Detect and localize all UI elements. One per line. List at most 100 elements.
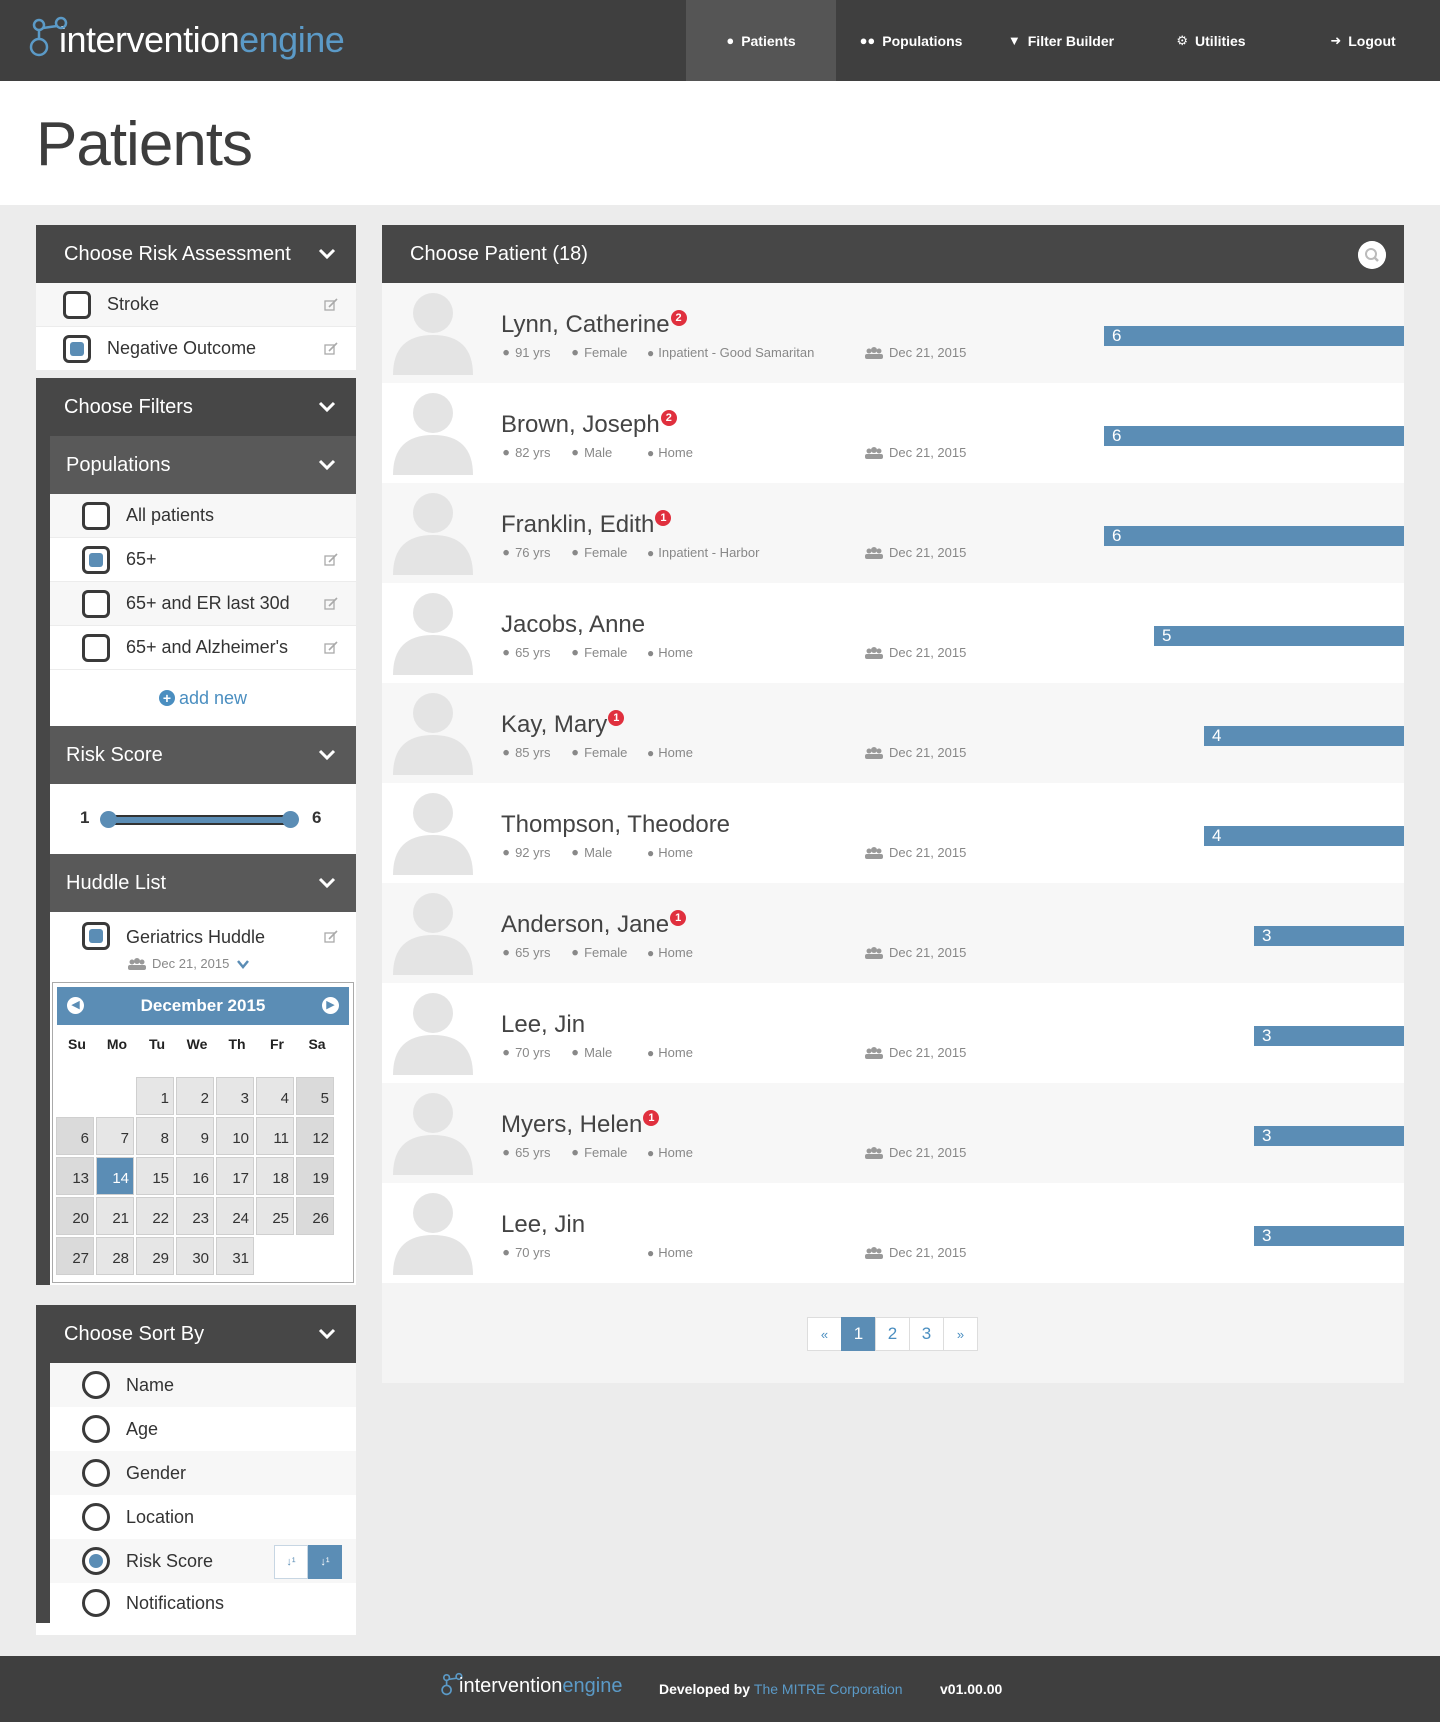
calendar-day[interactable]: 12: [296, 1117, 334, 1155]
calendar-day[interactable]: 16: [176, 1157, 214, 1195]
population-item-65[interactable]: 65+: [50, 538, 356, 582]
patient-name[interactable]: Thompson, Theodore: [501, 811, 730, 839]
calendar-day[interactable]: 2: [176, 1077, 214, 1115]
patient-row[interactable]: Kay, Mary 1 ⚫ 85 yrs ⚫ Female ● Home Dec 21, 201…: [382, 683, 1404, 783]
patient-row[interactable]: Lee, Jin ⚫ 70 yrs ● Home Dec 21, 2015 3: [382, 1183, 1404, 1283]
calendar-day[interactable]: 1: [136, 1077, 174, 1115]
calendar-day[interactable]: 10: [216, 1117, 254, 1155]
nav-patients[interactable]: ● Patients: [686, 0, 836, 81]
risk-assessment-header[interactable]: Choose Risk Assessment: [36, 225, 356, 283]
population-item-65-alz[interactable]: 65+ and Alzheimer's: [50, 626, 356, 670]
calendar-day[interactable]: 5: [296, 1077, 334, 1115]
sort-option-location[interactable]: Location: [50, 1495, 356, 1539]
calendar-day[interactable]: 25: [256, 1197, 294, 1235]
edit-icon[interactable]: [324, 597, 338, 611]
page-1[interactable]: 1: [841, 1317, 876, 1351]
risk-item-stroke[interactable]: Stroke: [36, 283, 356, 327]
slider-handle-min[interactable]: [100, 811, 117, 828]
nav-logout[interactable]: ➜ Logout: [1286, 0, 1440, 81]
calendar-day[interactable]: 6: [56, 1117, 94, 1155]
radio[interactable]: [82, 1547, 110, 1575]
population-item-all[interactable]: All patients: [50, 494, 356, 538]
patient-name[interactable]: Lynn, Catherine 2: [501, 310, 687, 339]
slider-track[interactable]: [107, 815, 293, 825]
patient-name[interactable]: Kay, Mary 1: [501, 710, 625, 739]
calendar-day[interactable]: 30: [176, 1237, 214, 1275]
checkbox[interactable]: [82, 501, 110, 530]
mitre-link[interactable]: The MITRE Corporation: [754, 1681, 903, 1697]
app-logo[interactable]: interventionengine: [29, 14, 345, 66]
calendar-next-icon[interactable]: ▶: [322, 997, 339, 1014]
calendar-day[interactable]: 3: [216, 1077, 254, 1115]
calendar-day[interactable]: 28: [96, 1237, 134, 1275]
checkbox[interactable]: [82, 589, 110, 618]
edit-icon[interactable]: [324, 553, 338, 567]
calendar-day[interactable]: 29: [136, 1237, 174, 1275]
edit-icon[interactable]: [324, 342, 338, 356]
risk-item-negative-outcome[interactable]: Negative Outcome: [36, 327, 356, 371]
page-prev[interactable]: «: [807, 1317, 842, 1351]
calendar-day[interactable]: 31: [216, 1237, 254, 1275]
radio[interactable]: [82, 1589, 110, 1617]
radio[interactable]: [82, 1459, 110, 1487]
patient-row[interactable]: Lee, Jin ⚫ 70 yrs ⚫ Male ● Home Dec 21, 2015 3: [382, 983, 1404, 1083]
patient-row[interactable]: Thompson, Theodore ⚫ 92 yrs ⚫ Male ● Home Dec 2…: [382, 783, 1404, 883]
calendar-day[interactable]: 18: [256, 1157, 294, 1195]
radio[interactable]: [82, 1415, 110, 1443]
calendar-day[interactable]: 14: [96, 1157, 134, 1195]
checkbox[interactable]: [63, 334, 91, 363]
calendar-day[interactable]: 7: [96, 1117, 134, 1155]
page-3[interactable]: 3: [909, 1317, 944, 1351]
huddle-item-geriatrics[interactable]: Geriatrics Huddle Dec 21, 2015: [50, 912, 356, 980]
calendar-day[interactable]: 17: [216, 1157, 254, 1195]
calendar-day[interactable]: 23: [176, 1197, 214, 1235]
calendar-day[interactable]: 11: [256, 1117, 294, 1155]
patient-name[interactable]: Anderson, Jane 1: [501, 910, 687, 939]
filters-header[interactable]: Choose Filters: [36, 378, 356, 436]
calendar-day[interactable]: 22: [136, 1197, 174, 1235]
patient-row[interactable]: Brown, Joseph 2 ⚫ 82 yrs ⚫ Male ● Home Dec 21, 2…: [382, 383, 1404, 483]
sort-option-notifications[interactable]: Notifications: [50, 1583, 356, 1623]
sort-ascending-icon[interactable]: ↓¹: [274, 1545, 308, 1579]
page-2[interactable]: 2: [875, 1317, 910, 1351]
calendar-day[interactable]: 19: [296, 1157, 334, 1195]
calendar-day[interactable]: 24: [216, 1197, 254, 1235]
sort-option-age[interactable]: Age: [50, 1407, 356, 1451]
nav-populations[interactable]: ●● Populations: [836, 0, 986, 81]
patient-name[interactable]: Brown, Joseph 2: [501, 410, 677, 439]
sort-option-gender[interactable]: Gender: [50, 1451, 356, 1495]
sort-option-risk-score[interactable]: Risk Score ↓¹ ↓¹: [50, 1539, 356, 1583]
add-population-link[interactable]: + add new: [50, 670, 356, 726]
huddle-date[interactable]: Dec 21, 2015: [128, 956, 250, 971]
huddle-list-header[interactable]: Huddle List: [50, 854, 356, 912]
calendar-day[interactable]: 8: [136, 1117, 174, 1155]
sort-header[interactable]: Choose Sort By: [36, 1305, 356, 1363]
radio[interactable]: [82, 1371, 110, 1399]
checkbox[interactable]: [82, 633, 110, 662]
patient-name[interactable]: Myers, Helen 1: [501, 1110, 660, 1139]
sort-descending-icon[interactable]: ↓¹: [308, 1545, 342, 1579]
edit-icon[interactable]: [324, 930, 338, 944]
page-next[interactable]: »: [943, 1317, 978, 1351]
edit-icon[interactable]: [324, 298, 338, 312]
sort-option-name[interactable]: Name: [50, 1363, 356, 1407]
calendar-day[interactable]: 20: [56, 1197, 94, 1235]
patient-row[interactable]: Anderson, Jane 1 ⚫ 65 yrs ⚫ Female ● Home Dec 21…: [382, 883, 1404, 983]
calendar-day[interactable]: 4: [256, 1077, 294, 1115]
nav-filter-builder[interactable]: ▼ Filter Builder: [986, 0, 1136, 81]
calendar-day[interactable]: 15: [136, 1157, 174, 1195]
nav-utilities[interactable]: ⚙ Utilities: [1136, 0, 1286, 81]
calendar-day[interactable]: 13: [56, 1157, 94, 1195]
calendar-day[interactable]: 9: [176, 1117, 214, 1155]
calendar-prev-icon[interactable]: ◀: [67, 997, 84, 1014]
patient-row[interactable]: Myers, Helen 1 ⚫ 65 yrs ⚫ Female ● Home Dec 21, …: [382, 1083, 1404, 1183]
patient-row[interactable]: Jacobs, Anne ⚫ 65 yrs ⚫ Female ● Home Dec 21, 2…: [382, 583, 1404, 683]
edit-icon[interactable]: [324, 641, 338, 655]
patient-row[interactable]: Lynn, Catherine 2 ⚫ 91 yrs ⚫ Female ● Inpatient…: [382, 283, 1404, 383]
risk-score-header[interactable]: Risk Score: [50, 726, 356, 784]
population-item-65-er[interactable]: 65+ and ER last 30d: [50, 582, 356, 626]
radio[interactable]: [82, 1503, 110, 1531]
populations-header[interactable]: Populations: [50, 436, 356, 494]
patient-row[interactable]: Franklin, Edith 1 ⚫ 76 yrs ⚫ Female ● Inpatient…: [382, 483, 1404, 583]
calendar-day[interactable]: 27: [56, 1237, 94, 1275]
